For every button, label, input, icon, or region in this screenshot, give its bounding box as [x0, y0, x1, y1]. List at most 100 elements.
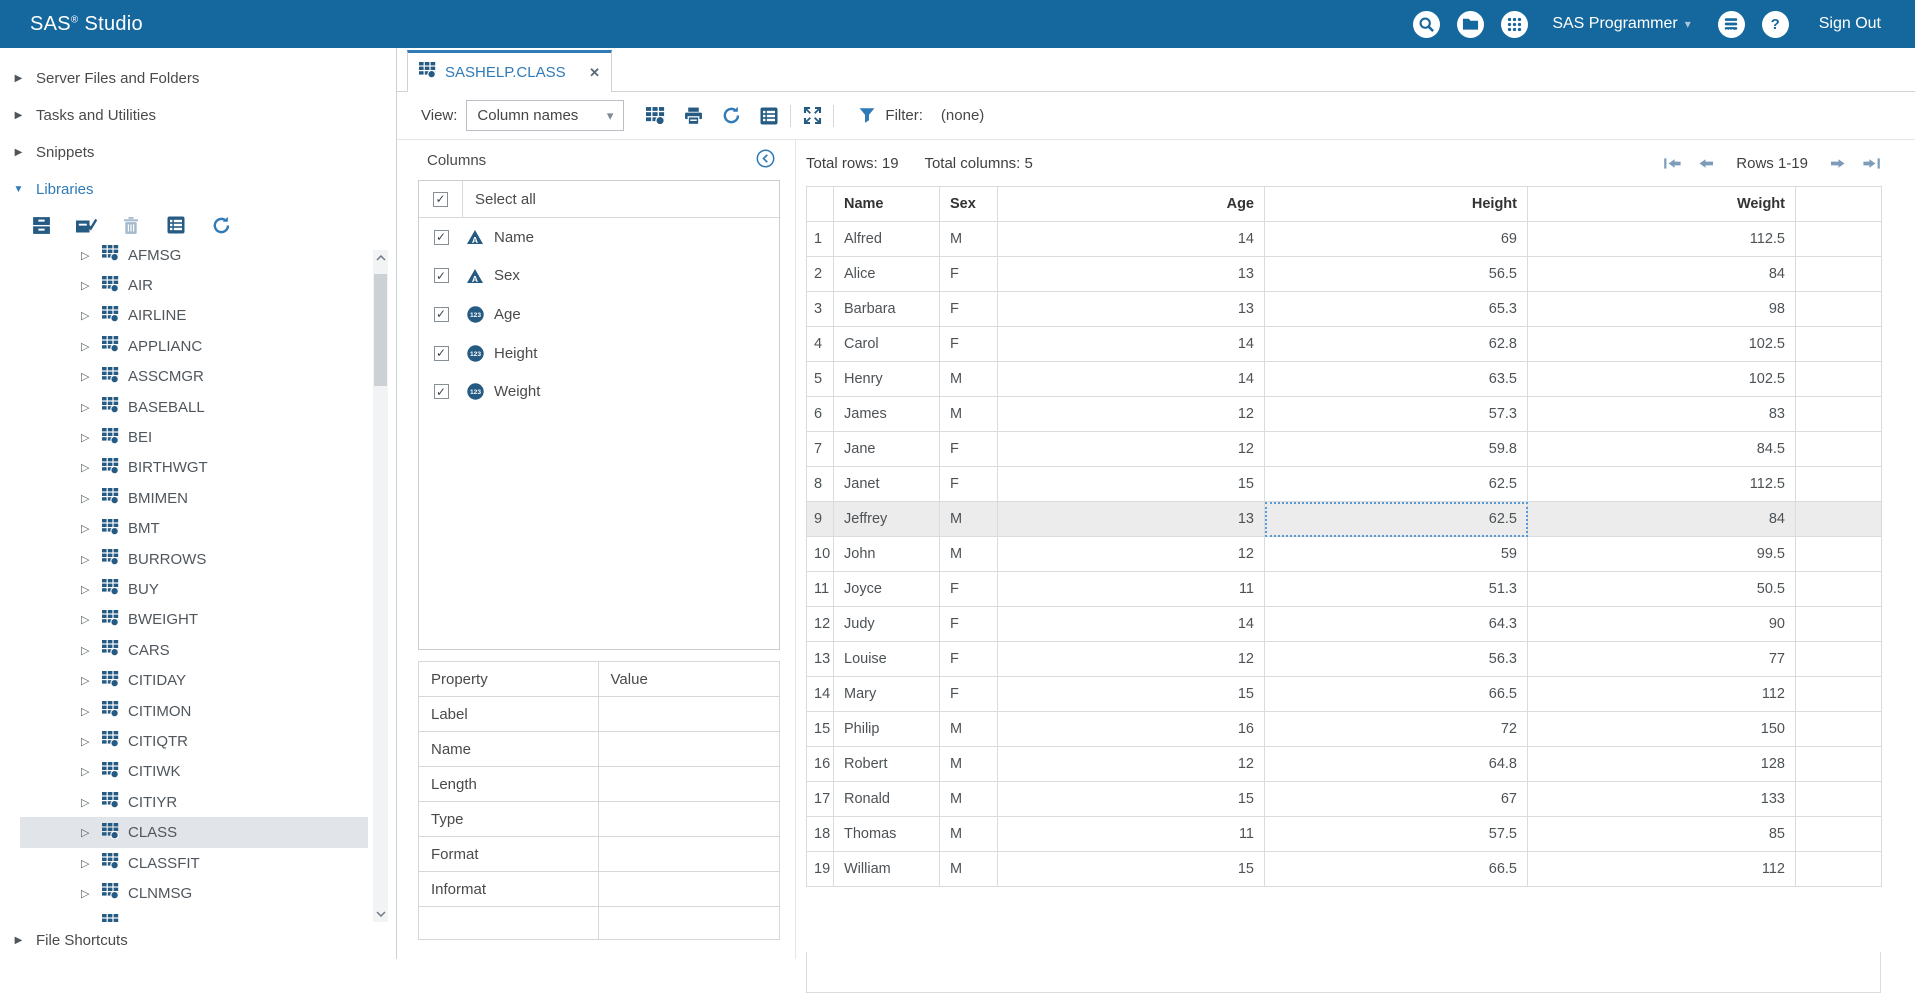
- print-icon[interactable]: [682, 105, 704, 127]
- library-table-cars[interactable]: ▷CARS: [20, 635, 368, 665]
- grid-cell[interactable]: F: [940, 572, 998, 607]
- library-table-bweight[interactable]: ▷BWEIGHT: [20, 605, 368, 635]
- server-icon[interactable]: [1718, 11, 1745, 38]
- grid-cell[interactable]: 128: [1528, 747, 1796, 782]
- grid-cell[interactable]: Jeffrey: [834, 502, 940, 537]
- grid-cell[interactable]: F: [940, 607, 998, 642]
- help-icon[interactable]: ?: [1762, 11, 1789, 38]
- grid-column-header-age[interactable]: Age: [998, 187, 1265, 222]
- grid-cell[interactable]: Alice: [834, 257, 940, 292]
- grid-cell[interactable]: F: [940, 467, 998, 502]
- grid-cell[interactable]: 84.5: [1528, 432, 1796, 467]
- grid-cell[interactable]: 12: [998, 642, 1265, 677]
- library-table-afmsg[interactable]: ▷AFMSG: [20, 240, 368, 270]
- grid-cell[interactable]: Joyce: [834, 572, 940, 607]
- column-item-height[interactable]: ✓123Height: [419, 334, 779, 373]
- scroll-up-icon[interactable]: [373, 250, 388, 266]
- grid-cell[interactable]: 12: [998, 537, 1265, 572]
- grid-cell[interactable]: 64.3: [1265, 607, 1528, 642]
- grid-cell[interactable]: 62.5: [1265, 467, 1528, 502]
- first-page-icon[interactable]: [1663, 157, 1682, 170]
- grid-column-header-height[interactable]: Height: [1265, 187, 1528, 222]
- grid-cell[interactable]: 63.5: [1265, 362, 1528, 397]
- column-properties-icon[interactable]: [758, 105, 780, 127]
- grid-cell[interactable]: 64.8: [1265, 747, 1528, 782]
- grid-cell[interactable]: F: [940, 292, 998, 327]
- grid-cell[interactable]: 112: [1528, 677, 1796, 712]
- select-all-checkbox[interactable]: ✓: [433, 192, 448, 207]
- grid-cell[interactable]: 99.5: [1528, 537, 1796, 572]
- grid-cell[interactable]: 69: [1265, 222, 1528, 257]
- grid-cell[interactable]: 12: [998, 747, 1265, 782]
- properties-icon[interactable]: [165, 214, 187, 236]
- grid-cell[interactable]: 14: [998, 607, 1265, 642]
- column-checkbox[interactable]: ✓: [434, 384, 449, 399]
- grid-cell[interactable]: 57.3: [1265, 397, 1528, 432]
- grid-cell[interactable]: Carol: [834, 327, 940, 362]
- grid-cell[interactable]: 12: [998, 432, 1265, 467]
- grid-cell[interactable]: 102.5: [1528, 362, 1796, 397]
- select-all-row[interactable]: ✓ Select all: [419, 181, 779, 218]
- grid-cell[interactable]: 65.3: [1265, 292, 1528, 327]
- library-table-asscmgr[interactable]: ▷ASSCMGR: [20, 362, 368, 392]
- grid-cell[interactable]: M: [940, 502, 998, 537]
- grid-cell[interactable]: F: [940, 432, 998, 467]
- grid-cell[interactable]: M: [940, 782, 998, 817]
- grid-cell[interactable]: 51.3: [1265, 572, 1528, 607]
- grid-cell[interactable]: 13: [998, 292, 1265, 327]
- grid-cell[interactable]: James: [834, 397, 940, 432]
- library-table-citimon[interactable]: ▷CITIMON: [20, 696, 368, 726]
- search-icon[interactable]: [1413, 11, 1440, 38]
- grid-cell[interactable]: 15: [998, 852, 1265, 887]
- grid-cell[interactable]: 90: [1528, 607, 1796, 642]
- last-page-icon[interactable]: [1862, 157, 1881, 170]
- grid-cell[interactable]: M: [940, 362, 998, 397]
- grid-cell[interactable]: John: [834, 537, 940, 572]
- previous-page-icon[interactable]: [1697, 157, 1715, 170]
- library-table-air[interactable]: ▷AIR: [20, 270, 368, 300]
- grid-cell[interactable]: Philip: [834, 712, 940, 747]
- column-item-name[interactable]: ✓AName: [419, 218, 779, 257]
- column-item-age[interactable]: ✓123Age: [419, 295, 779, 334]
- column-checkbox[interactable]: ✓: [434, 230, 449, 245]
- column-item-sex[interactable]: ✓ASex: [419, 257, 779, 296]
- new-library-icon[interactable]: [30, 214, 52, 236]
- sidebar-section-snippets[interactable]: ▶Snippets: [0, 134, 396, 171]
- grid-cell[interactable]: 112.5: [1528, 467, 1796, 502]
- grid-cell[interactable]: Mary: [834, 677, 940, 712]
- filter-icon[interactable]: [856, 105, 878, 127]
- library-table-burrows[interactable]: ▷BURROWS: [20, 544, 368, 574]
- next-page-icon[interactable]: [1829, 157, 1847, 170]
- grid-cell[interactable]: 14: [998, 327, 1265, 362]
- grid-cell[interactable]: 59: [1265, 537, 1528, 572]
- sidebar-scrollbar[interactable]: [373, 250, 388, 922]
- grid-cell[interactable]: M: [940, 747, 998, 782]
- grid-cell[interactable]: 66.5: [1265, 677, 1528, 712]
- grid-cell[interactable]: M: [940, 852, 998, 887]
- grid-cell[interactable]: 15: [998, 677, 1265, 712]
- grid-cell[interactable]: 84: [1528, 502, 1796, 537]
- grid-cell[interactable]: 133: [1528, 782, 1796, 817]
- library-table-birthwgt[interactable]: ▷BIRTHWGT: [20, 453, 368, 483]
- library-table-citiwk[interactable]: ▷CITIWK: [20, 757, 368, 787]
- view-select[interactable]: Column names ▾: [466, 100, 624, 131]
- close-icon[interactable]: ✕: [589, 65, 600, 81]
- refresh-icon[interactable]: [210, 214, 232, 236]
- grid-cell[interactable]: Judy: [834, 607, 940, 642]
- grid-cell[interactable]: 62.5: [1265, 502, 1528, 537]
- sidebar-section-server-files-and-folders[interactable]: ▶Server Files and Folders: [0, 60, 396, 97]
- library-table-citiday[interactable]: ▷CITIDAY: [20, 665, 368, 695]
- library-table-bei[interactable]: ▷BEI: [20, 422, 368, 452]
- library-table-baseball[interactable]: ▷BASEBALL: [20, 392, 368, 422]
- grid-column-header-name[interactable]: Name: [834, 187, 940, 222]
- library-table-clnmsg[interactable]: ▷CLNMSG: [20, 878, 368, 908]
- grid-cell[interactable]: Louise: [834, 642, 940, 677]
- grid-cell[interactable]: 59.8: [1265, 432, 1528, 467]
- grid-cell[interactable]: Thomas: [834, 817, 940, 852]
- grid-cell[interactable]: 14: [998, 222, 1265, 257]
- library-table-applianc[interactable]: ▷APPLIANC: [20, 331, 368, 361]
- scrollbar-thumb[interactable]: [374, 274, 387, 386]
- grid-cell[interactable]: Barbara: [834, 292, 940, 327]
- grid-cell[interactable]: 66.5: [1265, 852, 1528, 887]
- library-table-bmimen[interactable]: ▷BMIMEN: [20, 483, 368, 513]
